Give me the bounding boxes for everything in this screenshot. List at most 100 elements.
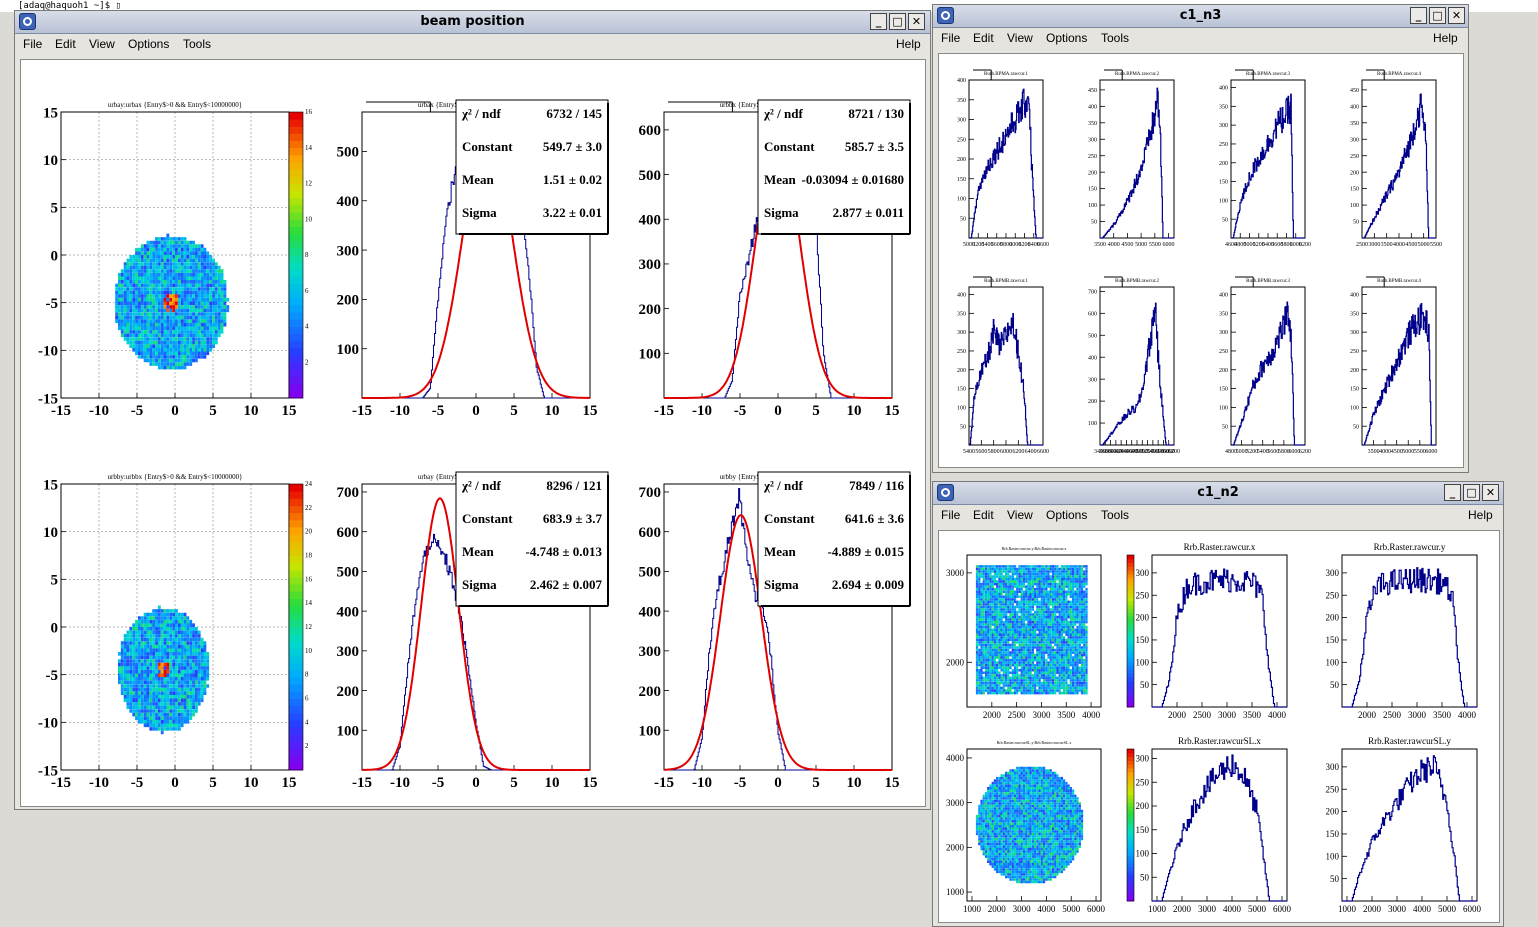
- density-cells: [1016, 580, 1019, 583]
- density-cells: [157, 673, 161, 678]
- density-cells: [993, 684, 997, 687]
- menu-options[interactable]: Options: [1046, 508, 1087, 522]
- titlebar[interactable]: c1_n3 _ □ ✕: [933, 5, 1468, 28]
- minimize-icon[interactable]: _: [1410, 7, 1427, 24]
- y-tick-label: 350: [957, 98, 966, 104]
- density-cells: [180, 319, 184, 323]
- menu-help[interactable]: Help: [896, 37, 921, 51]
- density-cells: [149, 308, 153, 313]
- density-cells: [192, 680, 195, 685]
- palette-cell: [1127, 699, 1134, 704]
- density-cells: [1022, 794, 1026, 798]
- density-cells: [157, 630, 161, 635]
- y-tick-label: 300: [1136, 754, 1150, 764]
- palette-cell: [289, 247, 303, 256]
- plot-title: Rrb.Raster.rawcur.y:Rrb.Raster.rawcur.x: [1002, 546, 1067, 551]
- maximize-icon[interactable]: □: [1429, 7, 1446, 24]
- menu-view[interactable]: View: [89, 37, 115, 51]
- density-cells: [203, 340, 207, 345]
- palette-cell: [1127, 688, 1134, 693]
- palette-cell: [1127, 813, 1134, 818]
- y-tick-label: 3000: [946, 568, 965, 578]
- palette-cell: [289, 634, 303, 642]
- density-cells: [177, 702, 181, 706]
- titlebar[interactable]: c1_n2 _ □ ✕: [933, 482, 1503, 505]
- density-cells: [220, 297, 224, 302]
- palette-cell: [1127, 859, 1134, 864]
- palette-cell: [289, 641, 303, 649]
- menu-file[interactable]: File: [941, 508, 960, 522]
- menu-edit[interactable]: Edit: [973, 31, 994, 45]
- menu-edit[interactable]: Edit: [973, 508, 994, 522]
- density-cells: [152, 616, 156, 620]
- density-cells: [1058, 870, 1061, 874]
- y-tick-label: 200: [1326, 613, 1340, 623]
- titlebar[interactable]: beam position _ □ ✕: [15, 11, 930, 34]
- close-icon[interactable]: ✕: [1482, 484, 1499, 501]
- density-cells: [1060, 789, 1064, 793]
- menu-view[interactable]: View: [1007, 31, 1033, 45]
- palette-cell: [289, 147, 303, 156]
- y-tick-label: 400: [1350, 293, 1359, 299]
- density-cells: [146, 305, 150, 309]
- palette-cell: [1127, 832, 1134, 837]
- palette-cell: [289, 390, 303, 399]
- c1-n3-canvas[interactable]: Rurb.BPMA.rawcur.1 5000 5200 5400 5600 5800 60…: [938, 53, 1464, 468]
- menu-options[interactable]: Options: [128, 37, 169, 51]
- density-cells: [1038, 658, 1041, 662]
- c1-n2-canvas[interactable]: Rrb.Raster.rawcur.y:Rrb.Raster.rawcur.x 2…: [938, 530, 1500, 923]
- x-tick-label: 10: [847, 775, 862, 791]
- menu-file[interactable]: File: [941, 31, 960, 45]
- y-tick-label: 100: [957, 197, 966, 203]
- x-tick-label: 4000: [1037, 904, 1056, 914]
- x-tick-label: 3000: [1032, 710, 1051, 720]
- stats-label: χ² / ndf: [763, 106, 803, 121]
- menu-tools[interactable]: Tools: [183, 37, 211, 51]
- palette-tick-label: 16: [305, 575, 313, 583]
- y-tick-label: 100: [1136, 849, 1150, 859]
- maximize-icon[interactable]: □: [889, 13, 906, 30]
- density-cells: [160, 637, 164, 642]
- minimize-icon[interactable]: _: [1444, 484, 1461, 501]
- menu-edit[interactable]: Edit: [55, 37, 76, 51]
- x-tick-label: -15: [352, 775, 372, 791]
- palette-cell: [1127, 612, 1134, 617]
- close-icon[interactable]: ✕: [908, 13, 925, 30]
- density-cells: [1063, 847, 1066, 851]
- menu-options[interactable]: Options: [1046, 31, 1087, 45]
- density-cells: [166, 705, 170, 710]
- menu-file[interactable]: File: [23, 37, 42, 51]
- plot-title: urbay:urbax {Entry$>0 && Entry$<10000000…: [108, 101, 242, 109]
- density-cells: [989, 577, 992, 581]
- density-cells: [1029, 774, 1032, 777]
- density-cells: [149, 305, 153, 309]
- x-tick-label: -5: [131, 775, 144, 791]
- density-cells: [177, 612, 181, 617]
- stats-value: 7849 / 116: [849, 478, 904, 493]
- plot-title: Rrb.Raster.rawcur.x: [1184, 542, 1256, 552]
- x-tick-label: 0: [171, 403, 179, 419]
- density-cells: [186, 276, 190, 281]
- menu-tools[interactable]: Tools: [1101, 31, 1129, 45]
- menu-tools[interactable]: Tools: [1101, 508, 1129, 522]
- y-tick-label: 100: [337, 342, 360, 358]
- maximize-icon[interactable]: □: [1463, 484, 1480, 501]
- menu-help[interactable]: Help: [1468, 508, 1493, 522]
- palette-cell: [1127, 589, 1134, 594]
- y-tick-label: 50: [1140, 872, 1150, 882]
- y-tick-label: 50: [1353, 424, 1359, 430]
- palette-cell: [289, 519, 303, 528]
- density-cells: [177, 669, 181, 674]
- y-tick-label: 400: [1088, 355, 1097, 361]
- beam-canvas[interactable]: urbay:urbax {Entry$>0 && Entry$<10000000…: [20, 59, 926, 807]
- stats-label: Mean: [462, 544, 495, 559]
- density-cells: [197, 677, 201, 681]
- menu-help[interactable]: Help: [1433, 31, 1458, 45]
- y-tick-label: 300: [957, 118, 966, 124]
- density-cells: [177, 709, 181, 713]
- palette-tick-label: 12: [305, 623, 313, 631]
- density-cells: [132, 644, 136, 649]
- menu-view[interactable]: View: [1007, 508, 1033, 522]
- minimize-icon[interactable]: _: [870, 13, 887, 30]
- close-icon[interactable]: ✕: [1448, 7, 1465, 24]
